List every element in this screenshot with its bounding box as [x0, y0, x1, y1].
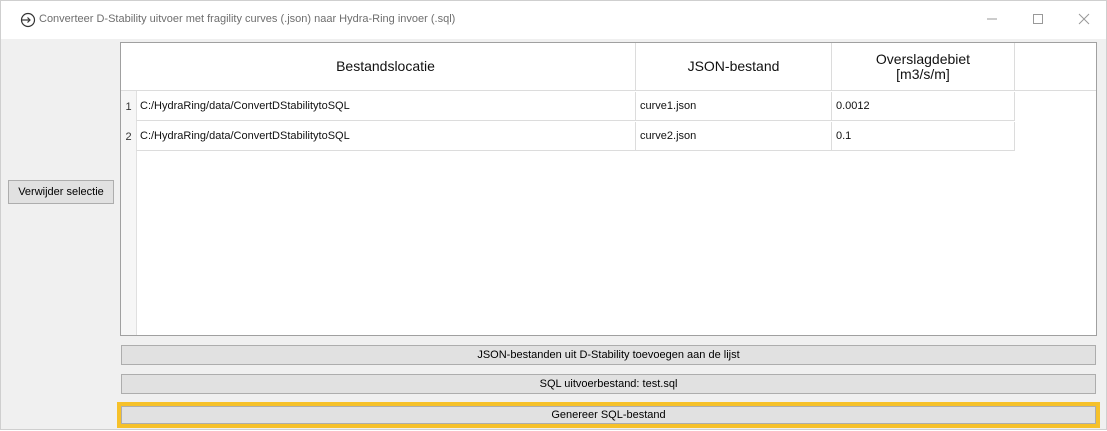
arrow-in-circle-icon — [20, 12, 36, 28]
generate-sql-highlight: Genereer SQL-bestand — [117, 402, 1100, 428]
table-row[interactable]: 1 C:/HydraRing/data/ConvertDStabilitytoS… — [121, 92, 1015, 121]
maximize-button[interactable] — [1015, 1, 1061, 39]
column-header-overslagdebiet-unit: [m3/s/m] — [896, 65, 950, 82]
cell-location[interactable]: C:/HydraRing/data/ConvertDStabilitytoSQL — [136, 122, 636, 151]
column-header-overslagdebiet-line1: Overslagdebiet — [875, 50, 971, 67]
cell-json-file[interactable]: curve1.json — [636, 92, 832, 121]
main-window: Converteer D-Stability uitvoer met fragi… — [0, 0, 1107, 430]
table-row[interactable]: 2 C:/HydraRing/data/ConvertDStabilitytoS… — [121, 122, 1015, 151]
generate-sql-button[interactable]: Genereer SQL-bestand — [121, 406, 1096, 424]
column-header-json-bestand[interactable]: JSON-bestand — [636, 43, 832, 91]
column-header-bestandslocatie[interactable]: Bestandslocatie — [136, 43, 636, 91]
corner-header — [121, 43, 136, 91]
cell-overslagdebiet[interactable]: 0.1 — [832, 122, 1015, 151]
title-bar[interactable]: Converteer D-Stability uitvoer met fragi… — [1, 1, 1106, 39]
close-icon — [1078, 13, 1090, 28]
minimize-icon — [986, 13, 998, 28]
cell-json-file[interactable]: curve2.json — [636, 122, 832, 151]
maximize-icon — [1032, 13, 1044, 28]
column-header-overslagdebiet[interactable]: Overslagdebiet [m3/s/m] — [832, 43, 1015, 91]
remove-selection-button[interactable]: Verwijder selectie — [8, 180, 114, 204]
close-button[interactable] — [1061, 1, 1107, 39]
row-number[interactable]: 2 — [121, 122, 136, 151]
cell-location[interactable]: C:/HydraRing/data/ConvertDStabilitytoSQL — [136, 92, 636, 121]
window-title: Converteer D-Stability uitvoer met fragi… — [39, 13, 456, 25]
cell-overslagdebiet[interactable]: 0.0012 — [832, 92, 1015, 121]
files-table[interactable]: Bestandslocatie JSON-bestand Overslagdeb… — [120, 42, 1097, 336]
row-number[interactable]: 1 — [121, 92, 136, 121]
sql-output-file-button[interactable]: SQL uitvoerbestand: test.sql — [121, 374, 1096, 394]
column-header-empty — [1015, 43, 1096, 91]
add-json-files-button[interactable]: JSON-bestanden uit D-Stability toevoegen… — [121, 345, 1096, 365]
left-panel: Verwijder selectie — [1, 39, 119, 431]
minimize-button[interactable] — [969, 1, 1015, 39]
